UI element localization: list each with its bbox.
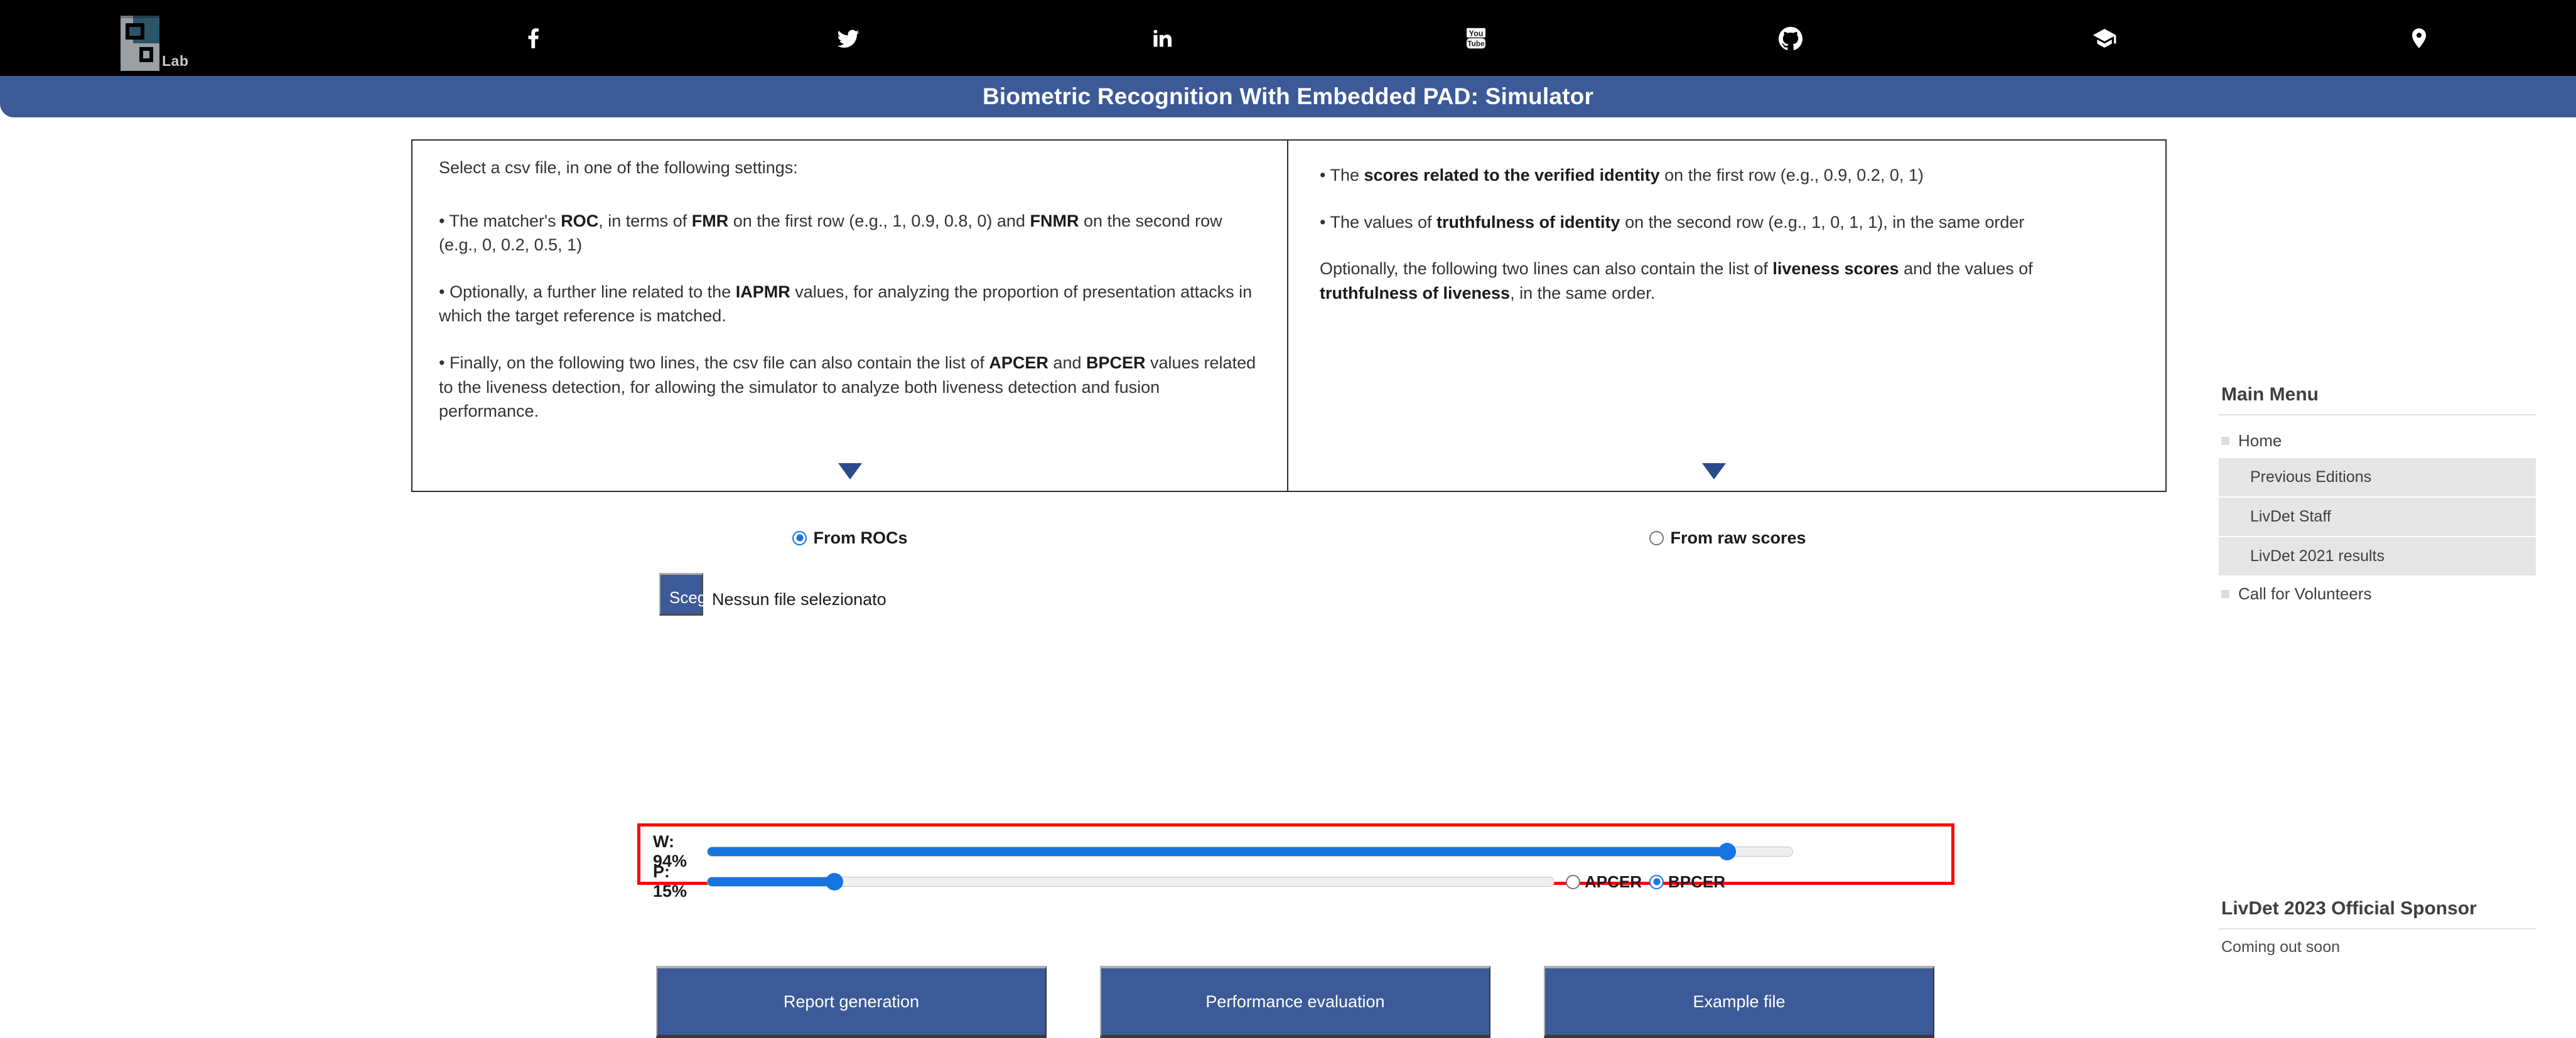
metric-radio-group: APCER BPCER	[1566, 872, 1725, 892]
w-slider-thumb[interactable]	[1718, 843, 1737, 860]
instruction-item: • The scores related to the verified ide…	[1320, 166, 1924, 185]
location-pin-icon[interactable]	[2262, 0, 2576, 76]
action-button-row: Report generation Performance evaluation…	[656, 966, 1937, 1038]
instruction-item: • Optionally, a further line related to …	[439, 282, 1253, 326]
source-mode-radio-group: From ROCs From raw scores	[411, 519, 2167, 557]
sidebar-item-livdet-2021-results[interactable]: LivDet 2021 results	[2219, 537, 2536, 577]
source-option-label: From ROCs	[813, 528, 908, 547]
social-icon-list: You Tube	[377, 0, 2576, 76]
linkedin-link[interactable]	[1005, 0, 1319, 76]
source-option-label: From raw scores	[1670, 528, 1806, 547]
main-menu-heading: Main Menu	[2219, 384, 2536, 415]
instructions-panel: Select a csv file, in one of the followi…	[411, 139, 2167, 492]
bullet-icon	[2221, 437, 2229, 445]
main-menu-list: Home Previous Editions LivDet Staff LivD…	[2219, 424, 2536, 611]
pralab-logo-mark	[119, 14, 161, 72]
sidebar-item-label: Home	[2238, 431, 2282, 450]
w-slider-row: W: 94%	[640, 832, 1951, 870]
sidebar-item-call-for-volunteers[interactable]: Call for Volunteers	[2219, 577, 2536, 611]
radio-from-raw-scores[interactable]	[1649, 530, 1664, 545]
instruction-item: • The values of truthfulness of identity…	[1320, 212, 2025, 232]
pralab-logo-text: Lab	[162, 53, 189, 69]
graduation-cap-icon[interactable]	[1948, 0, 2261, 76]
svg-text:Tube: Tube	[1468, 39, 1485, 48]
radio-from-rocs[interactable]	[792, 530, 807, 545]
sponsor-heading: LivDet 2023 Official Sponsor	[2219, 898, 2536, 929]
p-slider[interactable]	[707, 873, 1555, 891]
svg-text:You: You	[1469, 29, 1484, 38]
top-social-bar: Lab You Tube	[0, 0, 2576, 76]
radio-apcer[interactable]	[1566, 874, 1580, 889]
w-slider[interactable]	[707, 843, 1793, 860]
p-slider-label: P: 15%	[653, 862, 687, 901]
pralab-logo[interactable]: Lab	[119, 6, 213, 72]
sidebar-item-home[interactable]: Home	[2219, 424, 2536, 458]
metric-option-label: BPCER	[1668, 872, 1726, 891]
bullet-icon	[2221, 590, 2229, 598]
example-file-button[interactable]: Example file	[1544, 966, 1934, 1038]
page-title-bar: Biometric Recognition With Embedded PAD:…	[0, 76, 2576, 117]
p-slider-row: P: 15% APCER BPCER	[640, 862, 1951, 901]
metric-option-label: APCER	[1585, 872, 1642, 891]
instructions-left-column: Select a csv file, in one of the followi…	[412, 141, 1288, 491]
radio-bpcer[interactable]	[1649, 874, 1664, 889]
facebook-link[interactable]	[377, 0, 691, 76]
report-generation-button[interactable]: Report generation	[656, 966, 1047, 1038]
main-content: Select a csv file, in one of the followi…	[0, 117, 2576, 1038]
w-slider-fill	[708, 847, 1728, 856]
github-link[interactable]	[1634, 0, 1948, 76]
choose-file-button[interactable]: Scegli file	[659, 573, 739, 616]
sponsor-text: Coming out soon	[2221, 938, 2341, 956]
instruction-item: • The matcher's ROC, in terms of FMR on …	[439, 211, 1222, 255]
chevron-down-icon[interactable]	[1701, 463, 1726, 479]
instruction-item: Optionally, the following two lines can …	[1320, 259, 2033, 302]
twitter-link[interactable]	[691, 0, 1005, 76]
sidebar-item-previous-editions[interactable]: Previous Editions	[2219, 458, 2536, 498]
source-option-from-raw-scores[interactable]: From raw scores	[1289, 519, 2167, 557]
youtube-link[interactable]: You Tube	[1319, 0, 1633, 76]
metric-option-bpcer[interactable]: BPCER	[1649, 872, 1725, 892]
p-slider-fill	[708, 877, 835, 886]
source-option-from-rocs[interactable]: From ROCs	[411, 519, 1289, 557]
performance-evaluation-button[interactable]: Performance evaluation	[1100, 966, 1490, 1038]
selected-file-name: Nessun file selezionato	[712, 590, 887, 609]
metric-option-apcer[interactable]: APCER	[1566, 872, 1642, 892]
file-input-row: Scegli file Nessun file selezionato	[659, 573, 887, 616]
sidebar-item-label: Call for Volunteers	[2238, 584, 2372, 603]
page-title: Biometric Recognition With Embedded PAD:…	[982, 83, 1594, 109]
sidebar-item-livdet-staff[interactable]: LivDet Staff	[2219, 498, 2536, 537]
slider-panel: W: 94% P: 15% APCER BPCER	[637, 823, 1954, 901]
instructions-right-column: • The scores related to the verified ide…	[1288, 141, 2165, 491]
p-slider-thumb[interactable]	[826, 873, 844, 891]
right-sidebar: Main Menu Home Previous Editions LivDet …	[2210, 117, 2576, 1001]
instructions-lead: Select a csv file, in one of the followi…	[439, 158, 798, 177]
chevron-down-icon[interactable]	[838, 463, 862, 479]
instruction-item: • Finally, on the following two lines, t…	[439, 353, 1256, 421]
